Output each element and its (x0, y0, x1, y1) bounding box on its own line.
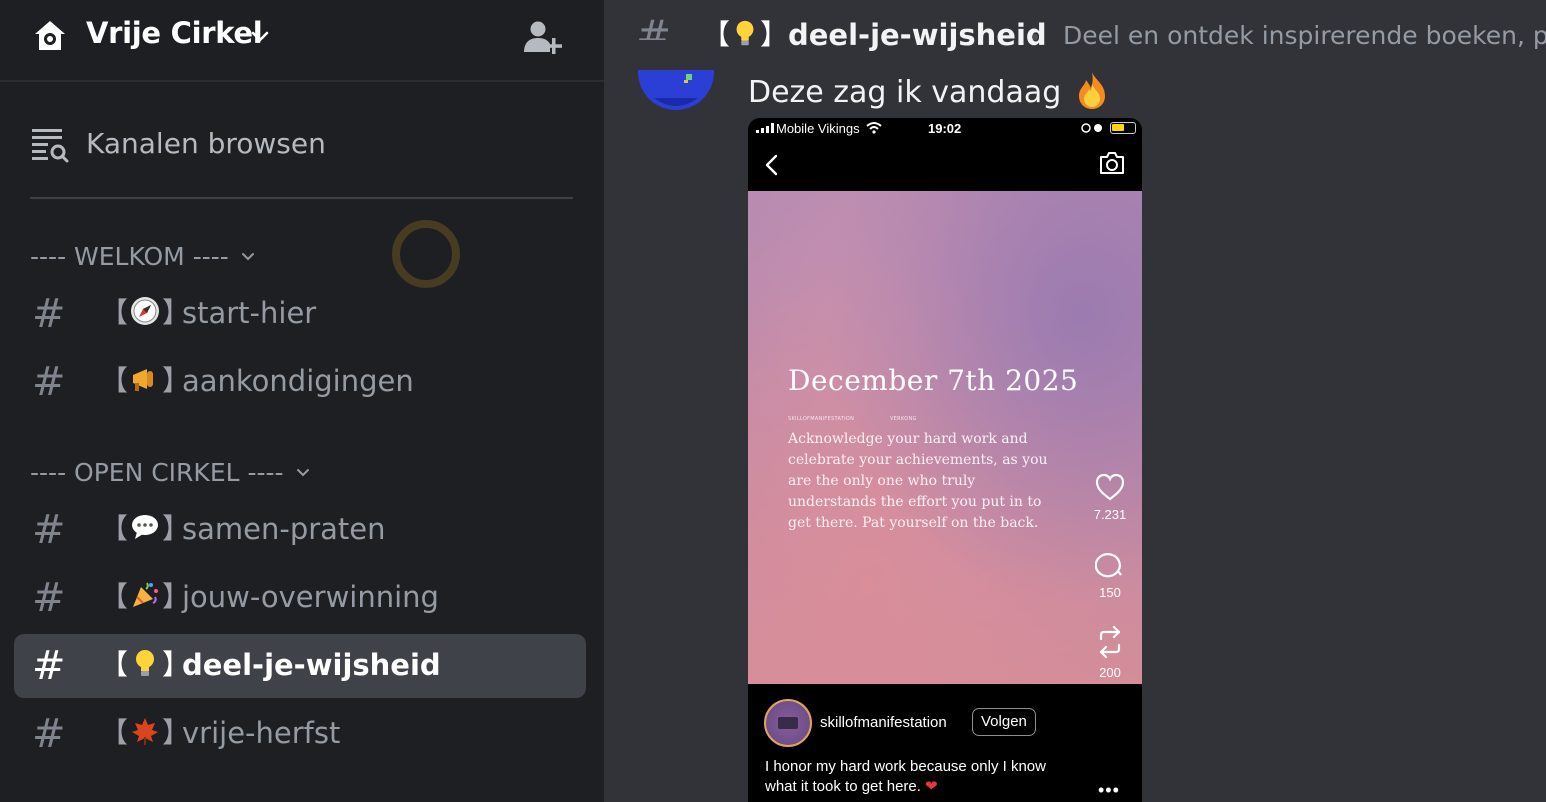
post-footer: skillofmanifestation Volgen I honor my h… (748, 684, 1142, 802)
channel-header: # 【】 deel-je-wijsheid Deel en ontdek ins… (604, 0, 1546, 74)
repost-action[interactable]: 200 (1088, 625, 1132, 680)
repost-count: 200 (1099, 665, 1121, 680)
browse-channels-icon (32, 129, 69, 163)
message-content: Deze zag ik vandaag (748, 71, 1113, 114)
hash-icon: # (32, 711, 66, 757)
status-time: 19:02 (928, 121, 962, 136)
home-icon (35, 21, 65, 50)
red-heart-icon: ❤ (925, 778, 938, 795)
post-username[interactable]: skillofmanifestation (820, 714, 947, 731)
channel-emoji: 【】 (100, 716, 191, 749)
channel-emoji: 【】 (100, 648, 191, 681)
back-arrow-icon[interactable] (762, 152, 782, 178)
hash-icon: # (32, 359, 66, 405)
compass-icon (131, 297, 160, 325)
channel-start-hier[interactable]: # 【】 start-hier (14, 282, 586, 346)
comment-count: 150 (1099, 585, 1121, 600)
chevron-down-icon[interactable] (248, 24, 272, 48)
channel-emoji: 【】 (100, 296, 191, 329)
server-name[interactable]: Vrije Cirkel (86, 16, 263, 50)
image-attachment[interactable]: Mobile Vikings 19:02 December 7th 2025 S… (748, 118, 1142, 802)
comment-icon (1095, 553, 1122, 578)
hash-icon: # (32, 291, 66, 337)
channel-topic[interactable]: Deel en ontdek inspirerende boeken, pod (1063, 18, 1546, 54)
phone-status-bar: Mobile Vikings 19:02 (748, 118, 1142, 140)
comment-action[interactable]: 150 (1088, 551, 1132, 600)
heart-icon (1095, 473, 1125, 501)
channel-deel-je-wijsheid[interactable]: # 【】 deel-je-wijsheid (14, 634, 586, 698)
channel-emoji: 【】 (100, 512, 191, 545)
channel-name: vrije-herfst (182, 716, 341, 750)
hash-icon: # (32, 643, 66, 689)
chevron-down-icon (296, 469, 309, 477)
channel-sidebar: Vrije Cirkel Kanalen browsen ---- WELKOM… (0, 0, 604, 802)
more-options-icon[interactable]: ••• (1098, 780, 1120, 801)
channel-vrije-herfst[interactable]: # 【】 vrije-herfst (14, 702, 586, 766)
follow-button[interactable]: Volgen (972, 708, 1036, 736)
like-count: 7.231 (1093, 507, 1127, 522)
post-quote: Acknowledge your hard work and celebrate… (788, 431, 1048, 531)
post-date: December 7th 2025 (788, 364, 1079, 397)
status-indicators-icon (1081, 123, 1102, 133)
light-bulb-icon (736, 20, 754, 46)
channel-aankondigingen[interactable]: # 【】 aankondigingen (14, 350, 586, 414)
channel-name: samen-praten (182, 512, 386, 546)
channel-jouw-overwinning[interactable]: # 【】 jouw-overwinning (14, 566, 586, 630)
speech-bubble-icon (132, 515, 159, 539)
post-watermark-left: SKILLOFMANIFESTATION (788, 416, 855, 422)
megaphone-icon (133, 369, 154, 391)
fire-emoji-icon (1078, 71, 1105, 109)
channel-name: jouw-overwinning (182, 580, 439, 614)
signal-icon (756, 123, 774, 133)
channel-emoji: 【】 (100, 580, 191, 613)
hash-icon: # (32, 575, 66, 621)
battery-icon (1110, 122, 1136, 134)
category-welkom[interactable]: ---- WELKOM ---- (30, 238, 257, 274)
user-avatar[interactable] (638, 40, 714, 110)
post-watermark-right: VERKONG (890, 416, 917, 422)
category-label: ---- WELKOM ---- (30, 241, 229, 271)
chevron-down-icon (241, 253, 254, 261)
divider (30, 197, 573, 199)
carrier-name: Mobile Vikings (776, 121, 860, 136)
post-caption: I honor my hard work because only I know… (765, 757, 1075, 797)
browse-channels-button[interactable]: Kanalen browsen (30, 118, 570, 168)
invite-user-icon[interactable] (520, 18, 564, 58)
channel-name: start-hier (182, 296, 317, 330)
like-action[interactable]: 7.231 (1088, 473, 1132, 522)
channel-title: deel-je-wijsheid (788, 18, 1047, 52)
maple-leaf-icon (132, 718, 159, 745)
channel-name: aankondigingen (182, 364, 414, 398)
channel-emoji: 【】 (100, 364, 191, 397)
party-popper-icon (133, 582, 159, 607)
hash-icon: # (32, 507, 66, 553)
channel-name: deel-je-wijsheid (182, 648, 441, 682)
category-open-cirkel[interactable]: ---- OPEN CIRKEL ---- (30, 454, 312, 490)
light-bulb-icon (136, 650, 155, 676)
separator-dot (1032, 34, 1038, 40)
camera-icon[interactable] (1098, 150, 1126, 176)
browse-channels-label: Kanalen browsen (86, 126, 326, 160)
message-text: Deze zag ik vandaag (748, 75, 1062, 110)
loading-ring-icon (392, 220, 460, 288)
post-image: December 7th 2025 SKILLOFMANIFESTATION V… (748, 191, 1142, 684)
caption-text: I honor my hard work because only I know… (765, 758, 1046, 795)
channel-emoji: 【】 (702, 18, 789, 51)
channel-samen-praten[interactable]: # 【】 samen-praten (14, 498, 586, 562)
category-label: ---- OPEN CIRKEL ---- (30, 457, 284, 487)
profile-avatar[interactable] (764, 699, 812, 747)
repost-icon (1099, 625, 1121, 659)
server-header[interactable]: Vrije Cirkel (0, 0, 604, 82)
wifi-icon (866, 122, 882, 134)
